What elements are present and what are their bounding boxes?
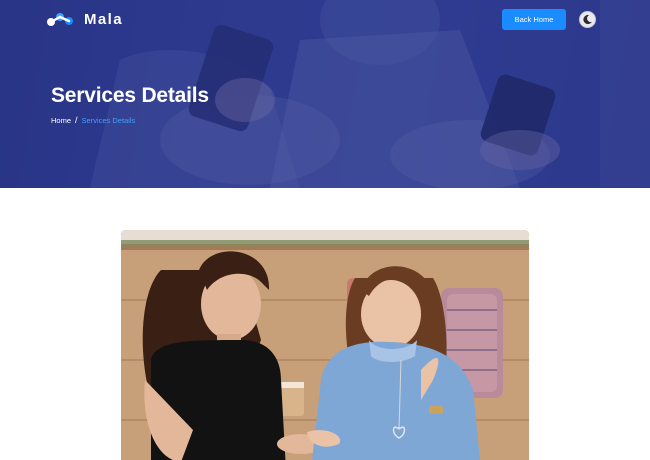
- breadcrumb: Home / Services Details: [51, 115, 135, 125]
- breadcrumb-separator: /: [75, 115, 78, 125]
- theme-toggle-button[interactable]: [579, 11, 596, 28]
- two-women-talking-image: [121, 230, 529, 460]
- moon-icon: [583, 14, 592, 25]
- page-hero: Mala Back Home Services Details Home / S…: [0, 0, 650, 188]
- back-home-button[interactable]: Back Home: [502, 9, 566, 30]
- breadcrumb-home-link[interactable]: Home: [51, 116, 71, 125]
- brand-logo[interactable]: Mala: [46, 8, 123, 30]
- page-title: Services Details: [51, 84, 209, 107]
- brand-name: Mala: [84, 10, 123, 28]
- mala-logo-icon: [47, 13, 73, 26]
- breadcrumb-current: Services Details: [81, 115, 136, 125]
- service-feature-image: [121, 230, 529, 460]
